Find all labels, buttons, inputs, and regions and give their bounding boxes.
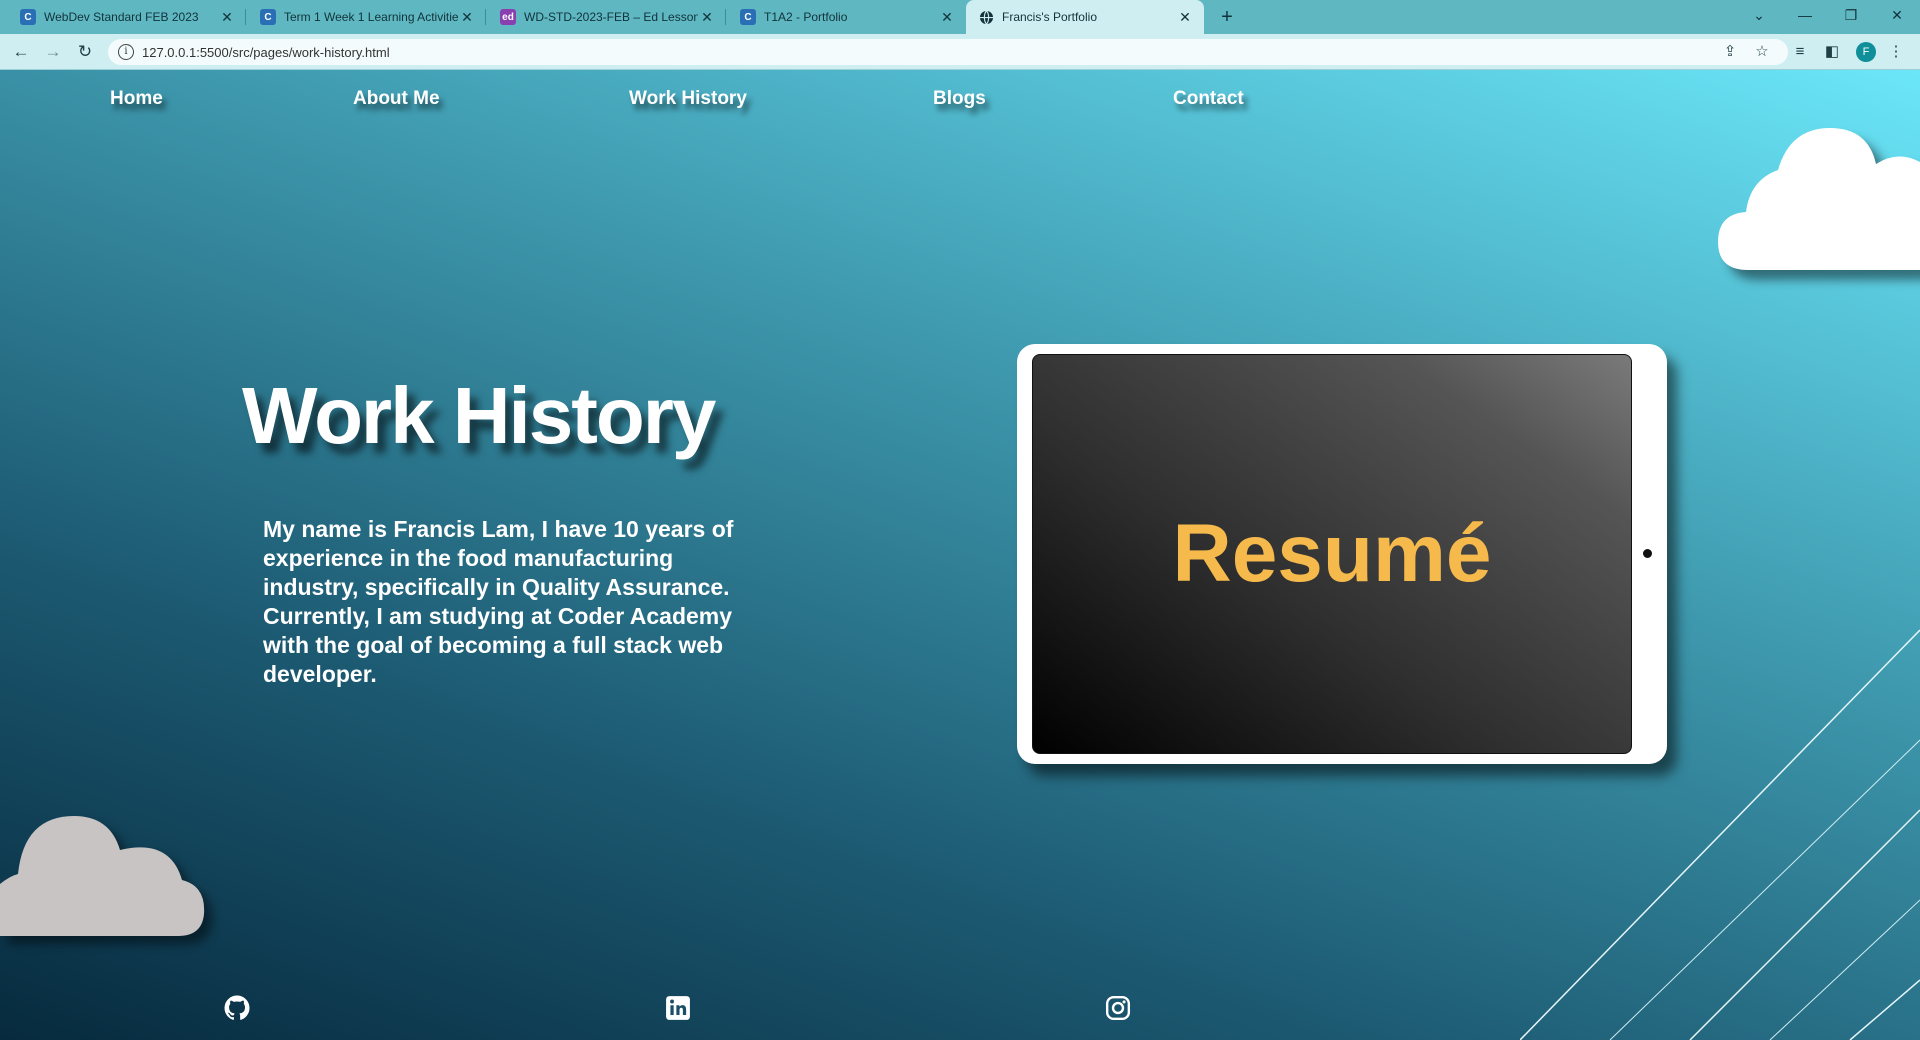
diagonal-lines-decoration: [1520, 629, 1920, 1040]
tab-search-chevron-icon[interactable]: ⌄: [1736, 0, 1782, 30]
portfolio-page: Home About Me Work History Blogs Contact…: [0, 70, 1920, 1040]
linkedin-icon[interactable]: [665, 995, 691, 1021]
nav-about-me[interactable]: About Me: [353, 88, 440, 110]
resume-label[interactable]: Resumé: [1172, 507, 1491, 601]
tab-webdev-standard[interactable]: C WebDev Standard FEB 2023 ✕: [8, 0, 246, 34]
tab-title: WebDev Standard FEB 2023: [44, 10, 199, 24]
github-icon[interactable]: [224, 995, 250, 1021]
profile-avatar[interactable]: F: [1856, 42, 1876, 62]
side-panel-icon[interactable]: ◧: [1822, 42, 1842, 62]
tab-strip: C WebDev Standard FEB 2023 ✕ C Term 1 We…: [0, 0, 1920, 34]
canvas-icon: C: [260, 9, 276, 25]
close-window-button[interactable]: ✕: [1874, 0, 1920, 30]
tab-term1-week1[interactable]: C Term 1 Week 1 Learning Activities ✕: [248, 0, 486, 34]
tab-t1a2-portfolio[interactable]: C T1A2 - Portfolio ✕: [728, 0, 966, 34]
tab-title: T1A2 - Portfolio: [764, 10, 848, 24]
menu-kebab-icon[interactable]: ⋮: [1886, 42, 1906, 62]
address-bar[interactable]: i 127.0.0.1:5500/src/pages/work-history.…: [108, 39, 1788, 65]
tablet-camera-dot: [1643, 549, 1652, 558]
instagram-icon[interactable]: [1105, 995, 1131, 1021]
tab-francis-portfolio[interactable]: Francis's Portfolio ✕: [966, 0, 1204, 34]
forward-arrow-icon[interactable]: →: [41, 40, 65, 64]
reload-icon[interactable]: ↻: [73, 40, 97, 64]
minimize-button[interactable]: —: [1782, 0, 1828, 30]
reading-list-icon[interactable]: ≡: [1790, 42, 1810, 62]
bookmark-star-icon[interactable]: ☆: [1752, 42, 1772, 62]
tab-title: Term 1 Week 1 Learning Activities: [284, 10, 458, 24]
close-icon[interactable]: ✕: [938, 9, 956, 26]
new-tab-button[interactable]: +: [1214, 4, 1240, 30]
nav-home[interactable]: Home: [110, 88, 163, 110]
close-icon[interactable]: ✕: [698, 9, 716, 26]
tab-ed-lessons[interactable]: ed WD-STD-2023-FEB – Ed Lessons ✕: [488, 0, 726, 34]
nav-contact[interactable]: Contact: [1173, 88, 1244, 110]
canvas-icon: C: [20, 9, 36, 25]
close-icon[interactable]: ✕: [218, 9, 236, 26]
back-arrow-icon[interactable]: ←: [9, 40, 33, 64]
browser-toolbar: ← → ↻ i 127.0.0.1:5500/src/pages/work-hi…: [0, 34, 1920, 70]
page-title: Work History: [242, 371, 716, 460]
nav-blogs[interactable]: Blogs: [933, 88, 986, 110]
ed-icon: ed: [500, 9, 516, 25]
site-info-icon[interactable]: i: [118, 44, 134, 60]
url-text[interactable]: 127.0.0.1:5500/src/pages/work-history.ht…: [142, 45, 390, 60]
close-icon[interactable]: ✕: [458, 9, 476, 26]
cloud-decoration: [0, 816, 205, 936]
close-icon[interactable]: ✕: [1176, 9, 1194, 26]
canvas-icon: C: [740, 9, 756, 25]
intro-paragraph: My name is Francis Lam, I have 10 years …: [263, 516, 734, 687]
share-icon[interactable]: ⇪: [1720, 42, 1740, 62]
tab-title: Francis's Portfolio: [1002, 10, 1097, 24]
globe-icon: [978, 9, 994, 25]
tab-title: WD-STD-2023-FEB – Ed Lessons: [524, 10, 698, 24]
cloud-decoration: [1718, 128, 1920, 270]
restore-button[interactable]: ❐: [1828, 0, 1874, 30]
nav-work-history[interactable]: Work History: [629, 88, 747, 110]
